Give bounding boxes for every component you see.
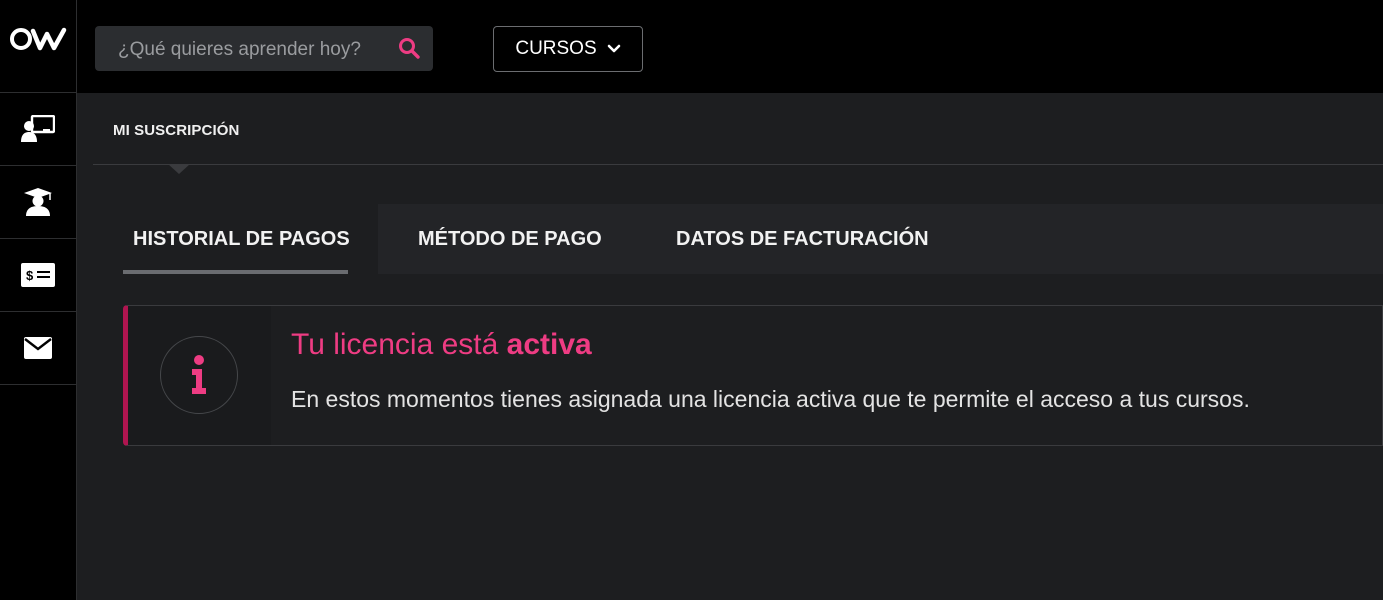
license-alert: Tu licencia está activa En estos momento…	[123, 305, 1383, 446]
tab-label: MÉTODO DE PAGO	[418, 227, 602, 250]
chevron-down-icon	[607, 44, 620, 53]
active-tab-indicator	[123, 270, 348, 274]
payments-panel: HISTORIAL DE PAGOS MÉTODO DE PAGO DATOS …	[93, 204, 1383, 600]
alert-title-status: activa	[506, 328, 592, 361]
alert-title-prefix: Tu licencia está	[291, 328, 499, 361]
active-section-caret	[168, 164, 190, 174]
classroom-icon	[21, 115, 55, 142]
tab-billing-data[interactable]: DATOS DE FACTURACIÓN	[676, 204, 929, 274]
sidebar-item-graduate[interactable]	[0, 166, 76, 239]
sidebar-item-mail[interactable]	[0, 312, 76, 385]
billing-glyph: $	[26, 268, 34, 283]
search-icon	[399, 38, 420, 59]
tab-payment-method[interactable]: MÉTODO DE PAGO	[418, 204, 602, 274]
info-icon	[192, 355, 206, 394]
tab-label: HISTORIAL DE PAGOS	[133, 227, 350, 250]
brand-logo[interactable]	[0, 0, 76, 93]
alert-title: Tu licencia está activa	[291, 328, 592, 362]
sidebar-item-classroom[interactable]	[0, 93, 76, 166]
logo-icon	[10, 27, 67, 51]
info-badge	[160, 336, 238, 414]
tab-payment-history[interactable]: HISTORIAL DE PAGOS	[93, 204, 378, 274]
graduate-icon	[24, 188, 52, 216]
search-input[interactable]	[95, 26, 410, 73]
subscription-header: MI SUSCRIPCIÓN	[93, 94, 1383, 165]
mail-icon	[24, 337, 52, 359]
alert-icon-area	[128, 306, 271, 445]
sidebar: $	[0, 0, 77, 600]
subscription-title[interactable]: MI SUSCRIPCIÓN	[113, 122, 239, 139]
courses-dropdown-button[interactable]: CURSOS	[493, 26, 643, 72]
search-box	[95, 26, 433, 73]
sidebar-item-billing[interactable]: $	[0, 239, 76, 312]
top-bar: CURSOS	[77, 0, 1383, 93]
billing-icon: $	[21, 263, 55, 287]
courses-dropdown-label: CURSOS	[515, 38, 597, 59]
alert-message: En estos momentos tienes asignada una li…	[291, 386, 1250, 412]
tab-label: DATOS DE FACTURACIÓN	[676, 227, 929, 250]
tab-bar: HISTORIAL DE PAGOS MÉTODO DE PAGO DATOS …	[93, 204, 1383, 274]
search-button[interactable]	[397, 36, 421, 60]
